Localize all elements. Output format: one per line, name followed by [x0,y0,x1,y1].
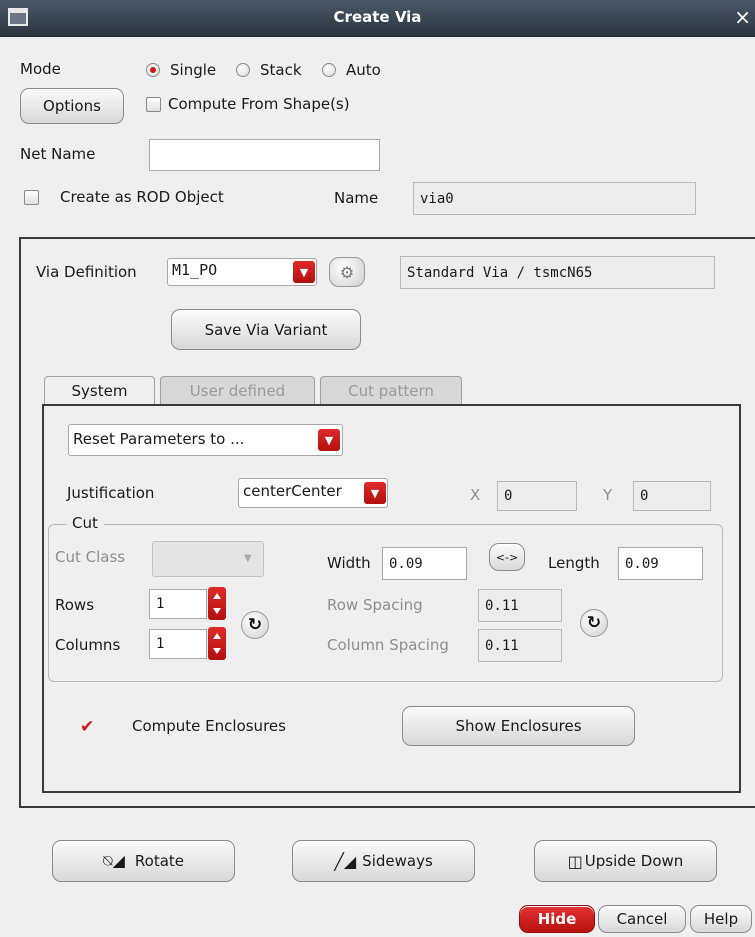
swap-width-length-button[interactable]: <-> [489,543,525,571]
sideways-label: Sideways [362,852,433,870]
row-spacing-label: Row Spacing [327,596,423,614]
help-button[interactable]: Help [690,905,752,933]
reset-parameters-label: Reset Parameters to ... [73,430,245,448]
net-name-input[interactable] [149,139,380,171]
upside-down-button[interactable]: ◫ Upside Down [534,840,717,882]
cut-legend: Cut [66,514,104,532]
mode-auto-label[interactable]: Auto [346,61,381,79]
rows-stepper[interactable] [208,587,226,620]
via-description-field: Standard Via / tsmcN65 [400,256,715,289]
length-input[interactable]: 0.09 [618,547,703,580]
x-label: X [470,486,481,504]
mode-single-label[interactable]: Single [170,61,216,79]
compute-from-shapes-label[interactable]: Compute From Shape(s) [168,95,350,113]
tab-cut-pattern[interactable]: Cut pattern [320,376,462,404]
name-field[interactable]: via0 [413,182,696,215]
rotate-label: Rotate [134,852,184,870]
options-button[interactable]: Options [20,88,124,124]
compute-enclosures-checkbox[interactable] [79,717,94,737]
mode-label: Mode [20,60,61,78]
close-icon[interactable]: × [734,7,751,27]
chevron-down-icon: ▼ [244,553,252,564]
y-field: 0 [633,481,711,511]
tab-user-defined[interactable]: User defined [160,376,315,404]
upside-down-icon: ◫ [567,851,583,871]
width-input[interactable]: 0.09 [382,547,467,580]
chevron-down-icon[interactable]: ▼ [293,261,315,283]
upside-down-label: Upside Down [584,852,684,870]
sideways-button[interactable]: ╱◢ Sideways [292,840,475,882]
net-name-label: Net Name [20,145,96,163]
width-label: Width [327,554,371,572]
rotate-icon: ⍉◢ [102,851,125,870]
columns-label: Columns [55,636,121,654]
rotate-button[interactable]: ⍉◢ Rotate [52,840,235,882]
via-definition-label: Via Definition [36,263,137,281]
column-spacing-label: Column Spacing [327,636,449,654]
justification-value: centerCenter [243,482,342,500]
rotate-spacing-icon[interactable]: ↻ [580,609,608,637]
rows-input[interactable]: 1 [149,589,207,619]
y-label: Y [603,486,613,504]
cut-class-label: Cut Class [55,548,126,566]
rod-label[interactable]: Create as ROD Object [60,188,224,206]
length-label: Length [548,554,600,572]
gear-icon[interactable]: ⚙ [329,257,365,287]
hide-button[interactable]: Hide [519,905,595,933]
chevron-down-icon[interactable]: ▼ [364,482,386,504]
tab-system[interactable]: System [44,376,155,404]
mode-single-radio[interactable] [146,63,160,77]
sideways-icon: ╱◢ [334,851,357,871]
save-via-variant-button[interactable]: Save Via Variant [171,309,361,350]
mode-stack-radio[interactable] [236,63,250,77]
justification-label: Justification [67,484,155,502]
chevron-down-icon[interactable]: ▼ [318,429,340,451]
rows-label: Rows [55,596,95,614]
window-title: Create Via [333,8,422,26]
cancel-button[interactable]: Cancel [598,905,686,933]
show-enclosures-button[interactable]: Show Enclosures [402,706,635,746]
mode-stack-label[interactable]: Stack [260,61,302,79]
row-spacing-field: 0.11 [478,589,562,622]
compute-enclosures-label[interactable]: Compute Enclosures [132,717,286,735]
columns-stepper[interactable] [208,627,226,660]
name-label: Name [334,189,379,207]
column-spacing-field: 0.11 [478,629,562,662]
panel-right-border [739,404,741,793]
rotate-rows-columns-icon[interactable]: ↻ [241,611,269,639]
rod-checkbox[interactable] [24,190,39,205]
compute-from-shapes-checkbox[interactable] [146,97,161,112]
mode-auto-radio[interactable] [322,63,336,77]
via-definition-value: M1_PO [172,261,218,279]
columns-input[interactable]: 1 [149,629,207,659]
x-field: 0 [497,481,577,511]
